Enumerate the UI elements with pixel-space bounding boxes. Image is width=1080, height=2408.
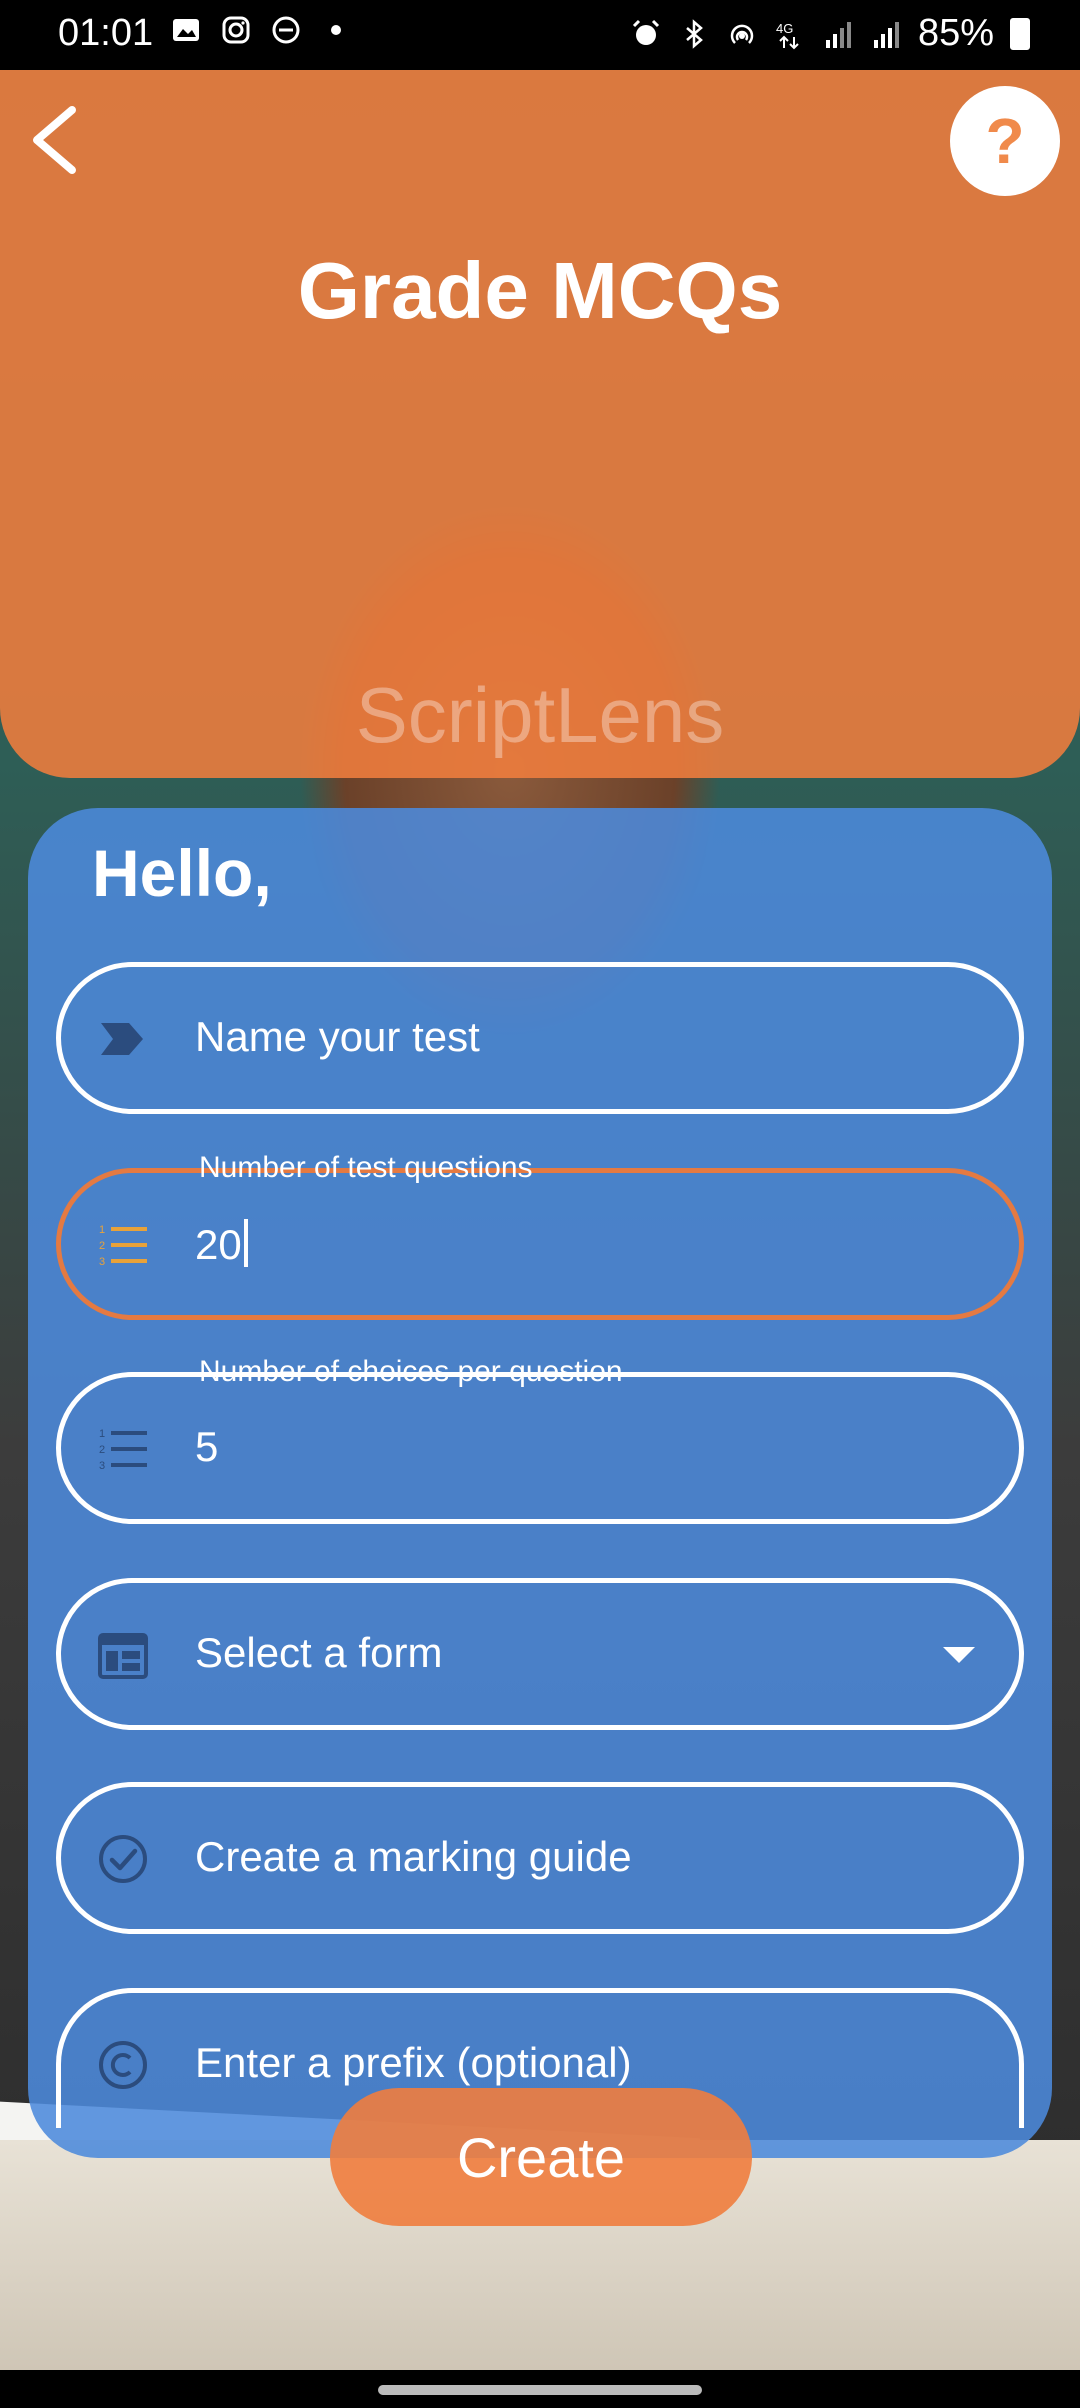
numbered-list-icon: 1 2 3: [99, 1428, 147, 1472]
marking-guide-label: Create a marking guide: [195, 1833, 632, 1880]
marking-guide-field[interactable]: Create a marking guide: [56, 1782, 1024, 1934]
form-select[interactable]: Select a form: [56, 1578, 1024, 1730]
form-icon: [98, 1633, 148, 1679]
alarm-icon: [632, 19, 659, 45]
label-arrow-icon: [101, 1023, 143, 1055]
text-cursor: [243, 1219, 248, 1267]
svg-text:3: 3: [99, 1460, 105, 1472]
question-count-text: 20: [195, 1221, 242, 1268]
svg-text:1: 1: [99, 1428, 105, 1440]
svg-text:1: 1: [99, 1224, 105, 1236]
help-button[interactable]: ?: [950, 86, 1060, 196]
battery-charging-icon: [1010, 17, 1030, 50]
battery-percent: 85%: [917, 12, 994, 54]
dnd-icon: [272, 16, 300, 44]
help-icon: ?: [985, 105, 1025, 177]
signal-icon: [825, 21, 851, 48]
test-name-field[interactable]: Name your test: [56, 962, 1024, 1114]
status-time: 01:01: [58, 12, 154, 54]
question-count-field[interactable]: Number of test questions 1 2 3 20: [56, 1151, 1024, 1320]
check-circle-icon: [99, 1835, 147, 1883]
test-name-placeholder: Name your test: [195, 1013, 480, 1060]
brand-watermark: ScriptLens: [355, 671, 725, 759]
create-button[interactable]: Create: [330, 2088, 752, 2226]
status-left-icons: [170, 14, 352, 46]
svg-text:4G: 4G: [776, 21, 793, 36]
back-arrow-icon[interactable]: [22, 100, 92, 180]
home-gesture-handle[interactable]: [378, 2385, 702, 2395]
choices-count-value: 5: [195, 1423, 219, 1470]
signal-icon: [873, 21, 899, 48]
gallery-icon: [173, 19, 199, 41]
status-bar: 01:01 4G 85%: [0, 0, 1080, 70]
dot-icon: [331, 25, 341, 35]
4g-icon: 4G: [776, 21, 799, 49]
page-title: Grade MCQs: [297, 246, 783, 335]
chevron-down-icon: [943, 1647, 975, 1663]
question-count-value[interactable]: 20: [195, 1219, 248, 1269]
hotspot-icon: [730, 24, 754, 44]
navigation-bar: [0, 2370, 1080, 2408]
prefix-placeholder: Enter a prefix (optional): [195, 2039, 632, 2086]
form-select-placeholder: Select a form: [195, 1629, 443, 1676]
greeting: Hello,: [92, 836, 272, 910]
question-count-label: Number of test questions: [199, 1151, 533, 1184]
choices-count-label: Number of choices per question: [199, 1355, 623, 1388]
numbered-list-icon: 1 2 3: [99, 1224, 147, 1268]
choices-count-field[interactable]: Number of choices per question 1 2 3 5: [56, 1355, 1024, 1524]
bluetooth-icon: [686, 18, 703, 49]
copyright-icon: [99, 2041, 147, 2089]
svg-text:3: 3: [99, 1256, 105, 1268]
svg-text:2: 2: [99, 1240, 105, 1252]
svg-text:2: 2: [99, 1444, 105, 1456]
status-right-icons: 4G 85%: [630, 12, 1030, 55]
instagram-icon: [222, 16, 250, 44]
